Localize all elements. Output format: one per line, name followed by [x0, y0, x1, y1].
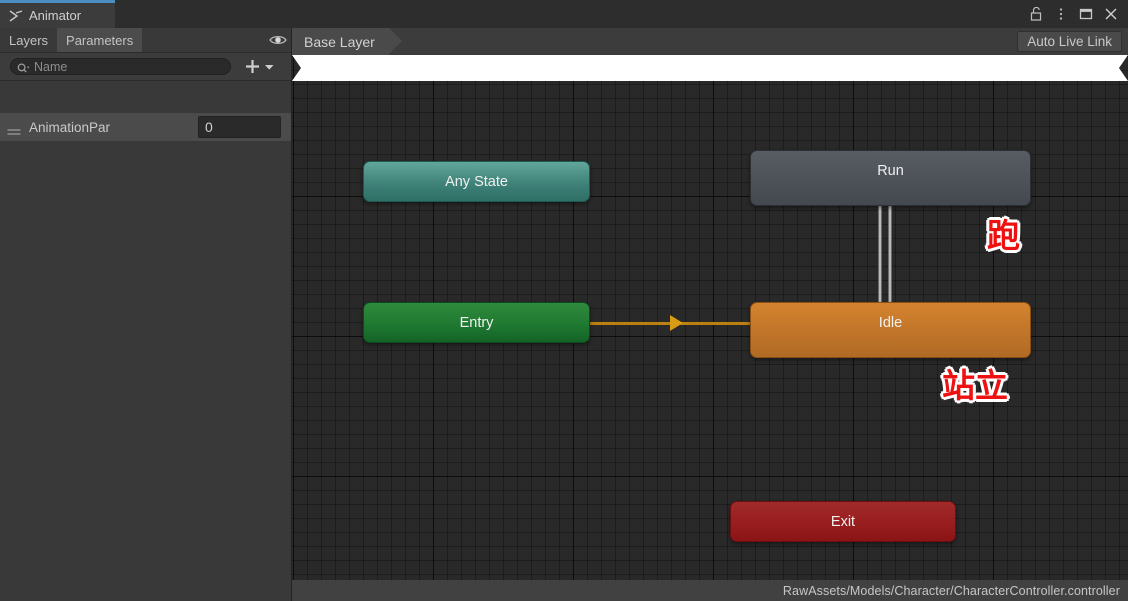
search-placeholder: Name — [34, 59, 68, 74]
state-node-exit[interactable]: Exit — [730, 501, 956, 542]
parameter-name: AnimationPar — [29, 119, 111, 135]
run-annotation: 跑 — [987, 216, 1020, 255]
maximize-icon[interactable] — [1075, 2, 1097, 26]
lock-icon[interactable] — [1025, 2, 1047, 26]
animator-icon — [9, 9, 24, 23]
tab-layers-label: Layers — [9, 32, 49, 48]
tab-parameters[interactable]: Parameters — [57, 28, 143, 52]
state-node-entry-label: Entry — [459, 314, 494, 331]
auto-live-link-button[interactable]: Auto Live Link — [1017, 31, 1122, 52]
search-icon — [17, 61, 30, 73]
add-parameter-button[interactable] — [244, 58, 261, 75]
close-icon[interactable] — [1100, 2, 1122, 26]
panel-tabbar: Layers Parameters — [0, 28, 292, 52]
search-divider — [0, 80, 292, 81]
search-input[interactable]: Name — [10, 58, 231, 75]
status-bar: RawAssets/Models/Character/CharacterCont… — [292, 580, 1128, 601]
tab-layers[interactable]: Layers — [0, 28, 57, 52]
eye-icon[interactable] — [264, 28, 292, 52]
parameter-value: 0 — [205, 119, 213, 135]
animator-window: Animator Layers Parameters Name Animatio… — [0, 0, 1128, 601]
breadcrumb-label: Base Layer — [304, 33, 375, 50]
state-node-idle-label: Idle — [878, 315, 903, 331]
animator-graph: Base Layer Auto Live Link Any State Entr… — [292, 28, 1128, 601]
state-node-any-state-label: Any State — [445, 173, 508, 190]
tab-animator[interactable]: Animator — [0, 0, 115, 28]
state-node-any-state[interactable]: Any State — [363, 161, 590, 202]
state-node-run-label: Run — [877, 163, 904, 179]
graph-canvas[interactable]: Any State Entry Run Idle Exit 跑 站立 — [292, 55, 1128, 601]
parameter-value-input[interactable]: 0 — [198, 116, 281, 138]
state-node-idle[interactable]: Idle — [750, 302, 1031, 358]
transition-run-to-idle-line[interactable] — [879, 206, 881, 302]
state-node-exit-label: Exit — [830, 513, 856, 530]
transition-idle-to-run-line[interactable] — [889, 206, 891, 302]
tab-animator-label: Animator — [29, 7, 82, 23]
transition-run-to-idle-arrow — [292, 55, 1128, 68]
parameters-panel: Layers Parameters Name AnimationPar 0 — [0, 28, 292, 601]
chevron-down-icon[interactable] — [263, 58, 276, 75]
state-node-entry[interactable]: Entry — [363, 302, 590, 343]
controller-path: RawAssets/Models/Character/CharacterCont… — [782, 583, 1120, 598]
auto-live-link-label: Auto Live Link — [1027, 34, 1112, 49]
kebab-menu-icon[interactable] — [1050, 2, 1072, 26]
search-row: Name — [0, 53, 292, 80]
breadcrumb[interactable]: Base Layer — [292, 28, 402, 55]
parameter-row[interactable]: AnimationPar 0 — [0, 113, 292, 141]
transition-entry-to-idle-arrow — [670, 315, 683, 331]
state-node-run[interactable]: Run — [750, 150, 1031, 206]
idle-annotation: 站立 — [942, 366, 1008, 405]
transition-idle-to-run-arrow — [292, 68, 1128, 81]
window-controls — [1025, 0, 1122, 28]
drag-handle-icon[interactable] — [7, 123, 21, 135]
window-titlebar: Animator — [0, 0, 1128, 28]
tabbar-spacer — [142, 28, 264, 52]
tab-parameters-label: Parameters — [66, 32, 134, 48]
graph-toolbar: Base Layer Auto Live Link — [292, 28, 1128, 55]
